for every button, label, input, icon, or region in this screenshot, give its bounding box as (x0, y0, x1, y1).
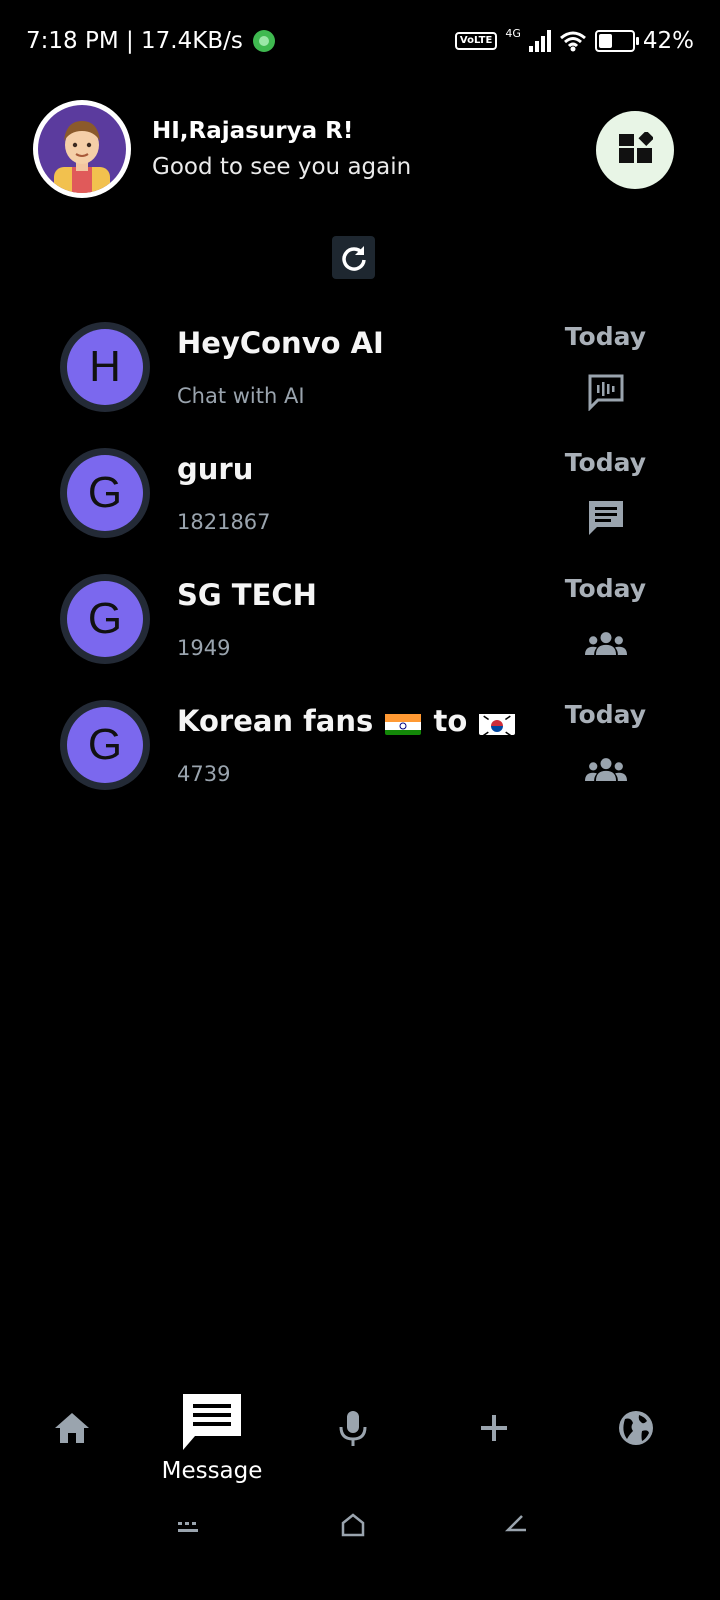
battery-icon (594, 30, 639, 52)
greeting-title: HI,Rajasurya R! (152, 118, 354, 144)
status-time-speed: 7:18 PM | 17.4KB/s (26, 28, 243, 54)
nav-message-label: Message (161, 1458, 263, 1484)
avatar-illustration (38, 105, 126, 193)
add-icon (481, 1415, 507, 1441)
battery-percent: 42% (642, 28, 694, 54)
back-nav-icon[interactable] (504, 1514, 528, 1536)
avatar-initial: G (67, 581, 143, 657)
chat-avatar: G (60, 448, 150, 538)
chat-avatar: G (60, 700, 150, 790)
greeting-subtitle: Good to see you again (152, 154, 412, 180)
chat-avatar: G (60, 574, 150, 664)
globe-icon (619, 1411, 653, 1445)
chat-subtitle: 4739 (177, 762, 231, 786)
profile-avatar[interactable] (33, 100, 131, 198)
home-nav-icon[interactable] (340, 1512, 366, 1538)
status-bar: 7:18 PM | 17.4KB/s VoLTE 4G 42% (0, 0, 720, 88)
app-notification-icon (252, 30, 275, 52)
nav-home-button[interactable] (22, 1368, 122, 1488)
chat-time: Today (564, 574, 646, 603)
message-icon (585, 498, 627, 538)
group-icon (585, 624, 627, 664)
chat-subtitle: 1949 (177, 636, 231, 660)
volte-icon: VoLTE (454, 32, 498, 50)
widgets-icon (619, 132, 653, 163)
chat-time: Today (564, 700, 646, 729)
avatar-initial: G (67, 455, 143, 531)
chat-time: Today (564, 448, 646, 477)
chat-name-part: Korean fans (177, 704, 374, 738)
refresh-button[interactable] (332, 236, 375, 279)
status-left: 7:18 PM | 17.4KB/s (26, 28, 275, 54)
refresh-icon (341, 245, 366, 271)
chat-name: guru (177, 452, 254, 486)
korea-flag-icon (479, 711, 516, 735)
status-right: VoLTE 4G 42% (454, 26, 694, 54)
chat-name: HeyConvo AI (177, 326, 384, 360)
chat-item[interactable]: G guru 1821867 Today (0, 448, 720, 560)
nav-globe-button[interactable] (586, 1368, 686, 1488)
message-icon (183, 1394, 241, 1450)
signal-icon (528, 30, 551, 52)
ai-voice-icon (585, 372, 627, 412)
bottom-nav: Message (0, 1368, 720, 1488)
nav-message-button[interactable]: Message (162, 1378, 262, 1498)
chat-name: Korean fans to (177, 704, 517, 738)
nav-mic-button[interactable] (303, 1368, 403, 1488)
chat-item[interactable]: H HeyConvo AI Chat with AI Today (0, 322, 720, 434)
chat-name: SG TECH (177, 578, 317, 612)
system-nav-bar (0, 1500, 720, 1600)
nav-add-button[interactable] (444, 1368, 544, 1488)
mic-icon (339, 1411, 367, 1446)
chat-avatar: H (60, 322, 150, 412)
home-icon (55, 1413, 89, 1443)
chat-item[interactable]: G SG TECH 1949 Today (0, 574, 720, 686)
avatar-initial: G (67, 707, 143, 783)
recents-icon[interactable] (178, 1518, 200, 1534)
wifi-icon (559, 31, 586, 52)
chat-name-part: to (433, 704, 468, 738)
chat-subtitle: 1821867 (177, 510, 271, 534)
india-flag-icon (385, 711, 422, 735)
network-type: 4G (505, 26, 521, 40)
chat-time: Today (564, 322, 646, 351)
widgets-menu-button[interactable] (596, 111, 674, 189)
avatar-initial: H (67, 329, 143, 405)
chat-subtitle: Chat with AI (177, 384, 305, 408)
group-icon (585, 750, 627, 790)
chat-item[interactable]: G Korean fans to 4739 Today (0, 700, 720, 812)
